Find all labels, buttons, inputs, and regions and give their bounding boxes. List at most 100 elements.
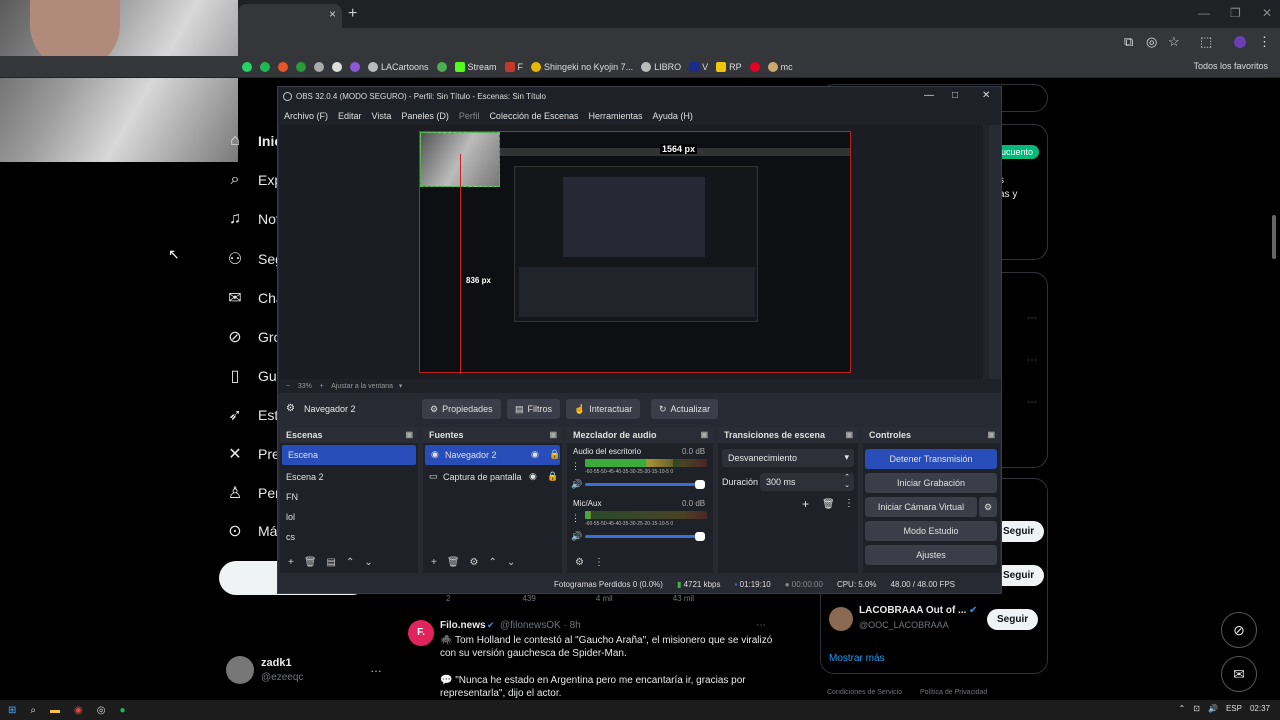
filters-button[interactable]: ▤ Filtros <box>507 399 561 419</box>
obs-icon[interactable]: ◎ <box>97 705 106 716</box>
star-icon[interactable]: ☆ <box>1168 34 1180 50</box>
trash-icon[interactable]: 🗑 <box>447 557 460 568</box>
chevron-down-icon[interactable]: ⌄ <box>507 557 515 568</box>
settings-button[interactable]: Ajustes <box>865 545 997 565</box>
nav-bookmarks[interactable]: ▯ Gua <box>226 366 285 386</box>
volume-slider[interactable] <box>585 483 703 486</box>
add-icon[interactable]: + <box>288 557 294 568</box>
more-vertical-icon[interactable]: ⋮ <box>571 513 580 524</box>
gear-icon[interactable]: ⚙ <box>470 557 479 568</box>
more-vertical-icon[interactable]: ⋮ <box>594 557 604 568</box>
menu-scene-collection[interactable]: Colección de Escenas <box>489 111 578 121</box>
nav-explore[interactable]: ⌕ Exp <box>226 171 283 189</box>
suggest-name[interactable]: LACOBRAAA Out of ... <box>859 605 966 616</box>
dock-menu-icon[interactable]: ▣ <box>987 430 995 439</box>
preview-scrollbar[interactable] <box>983 125 989 379</box>
bookmark-shingeki[interactable]: Shingeki no Kyojin 7... <box>531 61 633 72</box>
grok-fab-icon[interactable]: ⊘ <box>1221 612 1257 648</box>
folder-icon[interactable]: ▬ <box>50 705 60 716</box>
tweet-avatar[interactable]: F. <box>408 620 434 646</box>
trash-icon[interactable]: 🗑 <box>822 499 835 510</box>
menu-help[interactable]: Ayuda (H) <box>653 111 693 121</box>
properties-button[interactable]: ⚙ Propiedades <box>422 399 501 419</box>
menu-edit[interactable]: Editar <box>338 111 362 121</box>
volume-handle[interactable] <box>695 532 705 541</box>
source-item[interactable]: ◉ Navegador 2 ◉ 🔒 <box>425 445 560 465</box>
bookmark-globe[interactable] <box>314 61 324 72</box>
bookmark-puzzle[interactable] <box>350 61 360 72</box>
nav-home[interactable]: ⌂ Inic <box>226 132 282 150</box>
volume-slider[interactable] <box>585 535 703 538</box>
network-icon[interactable]: ⊡ <box>1193 704 1200 713</box>
avatar[interactable] <box>829 607 853 631</box>
virtual-camera-button[interactable]: Iniciar Cámara Virtual <box>865 497 977 517</box>
new-tab-button[interactable]: + <box>348 5 357 23</box>
bookmark-lacartoons[interactable]: LACartoons <box>368 61 429 72</box>
menu-tools[interactable]: Herramientas <box>589 111 643 121</box>
stop-streaming-button[interactable]: Detener Transmisión <box>865 449 997 469</box>
dock-menu-icon[interactable]: ▣ <box>549 430 557 439</box>
follow-button[interactable]: Seguir <box>987 609 1039 630</box>
duration-input[interactable]: 300 ms ⌃ ⌄ <box>760 473 854 491</box>
zoom-out-icon[interactable]: − <box>286 383 290 390</box>
bookmark-spotify[interactable] <box>260 61 270 72</box>
close-tab-icon[interactable]: × <box>329 7 336 21</box>
bookmark-v[interactable]: V <box>689 61 708 72</box>
menu-profile[interactable]: Perfil <box>459 111 480 121</box>
volume-icon[interactable]: 🔊 <box>1208 704 1218 713</box>
scene-item[interactable]: lol <box>280 507 418 527</box>
browser-tab[interactable]: × <box>238 4 342 28</box>
dock-menu-icon[interactable]: ▣ <box>845 430 853 439</box>
zoom-in-icon[interactable]: + <box>320 383 324 390</box>
chevron-up-icon[interactable]: ⌃ <box>489 557 497 568</box>
restore-icon[interactable]: ❐ <box>1230 6 1241 20</box>
address-bar[interactable]: ⧉ ◎ ☆ ⬚ ⋮ <box>238 28 1280 56</box>
chrome-icon[interactable]: ◉ <box>74 705 83 716</box>
cast-icon[interactable]: ⧉ <box>1124 34 1133 50</box>
avatar[interactable] <box>226 656 254 684</box>
chevron-down-icon[interactable]: ▾ <box>399 383 403 390</box>
footer-privacy[interactable]: Política de Privacidad <box>920 689 987 696</box>
chat-fab-icon[interactable]: ✉ <box>1221 656 1257 692</box>
profile-icon[interactable] <box>1234 36 1246 48</box>
all-bookmarks[interactable]: Todos los favoritos <box>1193 61 1268 71</box>
maximize-icon[interactable]: □ <box>952 90 958 101</box>
view-count[interactable]: 43 mil <box>673 594 694 606</box>
dock-menu-icon[interactable]: ▣ <box>700 430 708 439</box>
start-recording-button[interactable]: Iniciar Grabación <box>865 473 997 493</box>
page-scrollbar[interactable] <box>1272 215 1276 259</box>
nav-profile[interactable]: ♙ Perf <box>226 483 284 503</box>
chevron-down-icon[interactable]: ⌄ <box>364 557 372 568</box>
obs-preview[interactable]: 1564 px 836 px <box>279 125 989 379</box>
scene-item[interactable]: Escena <box>282 445 416 465</box>
add-icon[interactable]: + <box>802 497 809 511</box>
bookmark-whatsapp[interactable] <box>242 61 252 72</box>
more-vertical-icon[interactable]: ⋮ <box>571 461 580 472</box>
speaker-icon[interactable]: 🔊 <box>571 479 582 490</box>
bookmark-libro[interactable]: LIBRO <box>641 61 681 72</box>
menu-file[interactable]: Archivo (F) <box>284 111 328 121</box>
bookmark-app[interactable] <box>278 61 288 72</box>
show-more-link[interactable]: Mostrar más <box>829 653 885 664</box>
gear-icon[interactable]: ⚙ <box>979 497 997 517</box>
nav-grok[interactable]: ⊘ Gro <box>226 327 281 347</box>
bookmark-chart[interactable] <box>436 61 447 72</box>
more-vertical-icon[interactable]: ⋮ <box>844 498 854 509</box>
close-icon[interactable]: ✕ <box>982 90 990 101</box>
lock-icon[interactable]: 🔒 <box>547 471 558 482</box>
minimize-icon[interactable]: — <box>924 90 934 101</box>
bookmark-xbox[interactable] <box>296 61 306 72</box>
trash-icon[interactable]: 🗑 <box>304 557 317 568</box>
bookmark-f[interactable]: F <box>504 61 523 72</box>
stepper-icon[interactable]: ⌃ ⌄ <box>844 473 850 489</box>
nav-more[interactable]: ⊙ Más <box>226 521 284 541</box>
dock-menu-icon[interactable]: ▣ <box>405 430 413 439</box>
tweet-more-icon[interactable]: ⋯ <box>756 620 766 631</box>
footer-terms[interactable]: Condiciones de Servicio <box>827 689 902 696</box>
scene-item[interactable]: cs <box>280 527 418 547</box>
eye-off-icon[interactable]: ◎ <box>1146 34 1157 50</box>
nav-notifications[interactable]: ♫ Not <box>226 210 280 228</box>
menu-icon[interactable]: ⋮ <box>1258 34 1271 50</box>
speaker-icon[interactable]: 🔊 <box>571 531 582 542</box>
more-icon[interactable]: ⋯ <box>1027 355 1037 366</box>
